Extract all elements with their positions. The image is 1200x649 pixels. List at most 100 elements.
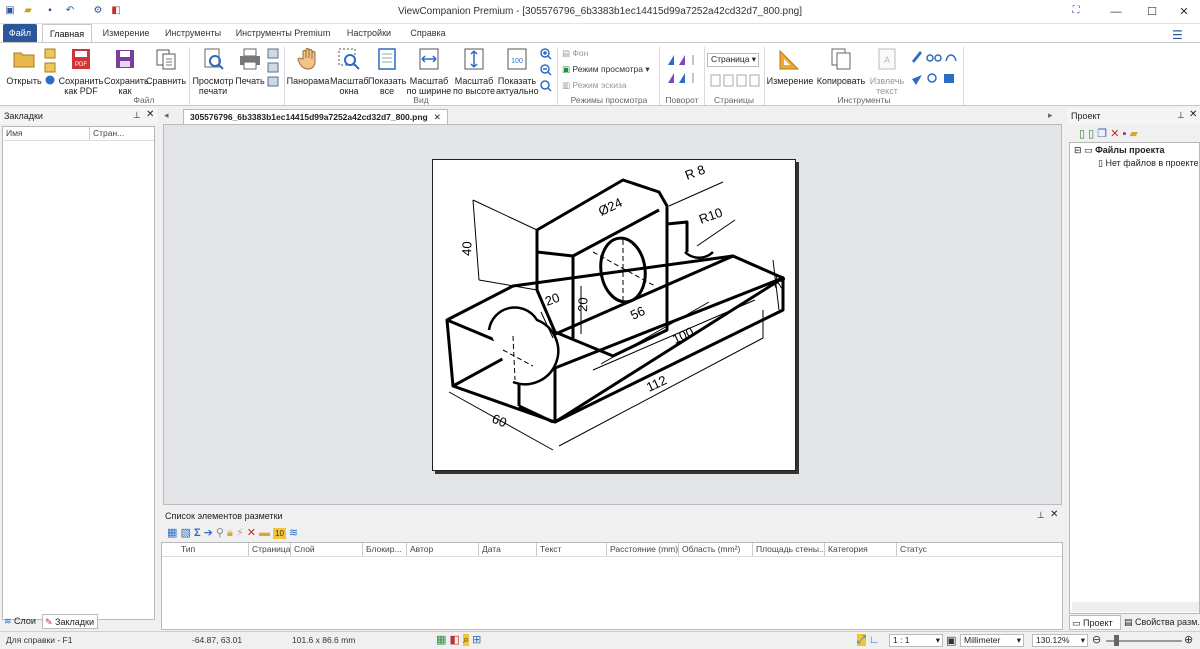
- canvas[interactable]: R 8 Ø24 R10 40 20 20 56 20 100 112 60: [163, 124, 1062, 505]
- copy-icon[interactable]: ❐: [1097, 128, 1107, 140]
- layers-icon[interactable]: ≋: [289, 527, 298, 539]
- view-mode-dropdown[interactable]: ▣ Режим просмотра ▾: [562, 64, 650, 75]
- save-as-button[interactable]: Сохранить как: [104, 47, 149, 96]
- markup-column-header[interactable]: Площадь стены...: [752, 543, 826, 556]
- tab-tools[interactable]: Инструменты: [160, 24, 226, 43]
- markup-column-header[interactable]: Тип: [178, 543, 195, 556]
- fit-height-button[interactable]: Масштаб по высоте: [452, 47, 496, 96]
- filter-icon[interactable]: ⚲: [216, 527, 224, 539]
- grid-icon[interactable]: ▦: [436, 634, 446, 646]
- markup-column-header[interactable]: Расстояние (mm): [606, 543, 678, 556]
- delete-icon[interactable]: ✕: [1110, 128, 1119, 140]
- close-icon[interactable]: ✕: [1050, 509, 1058, 520]
- markup-column-header[interactable]: Дата: [478, 543, 501, 556]
- measure-button[interactable]: Измерение: [766, 47, 814, 86]
- markup-column-header[interactable]: Страница: [248, 543, 291, 556]
- close-icon[interactable]: ✕: [1189, 109, 1197, 120]
- tab-settings[interactable]: Настройки: [340, 24, 398, 43]
- markup-column-header[interactable]: Область (mm²): [678, 543, 740, 556]
- open-button[interactable]: Открыть: [4, 47, 44, 86]
- markup-column-header[interactable]: Текст: [536, 543, 561, 556]
- tab-scroll-right-icon[interactable]: ▸: [1048, 110, 1053, 121]
- tab-file[interactable]: Файл: [3, 24, 37, 43]
- extract-text-button[interactable]: A Извлечь текст: [868, 47, 906, 96]
- tab-help[interactable]: Справка: [402, 24, 454, 43]
- close-button[interactable]: ✕: [1162, 0, 1200, 24]
- comment-icon[interactable]: ▬: [259, 527, 270, 539]
- actual-size-button[interactable]: 100 Показать актуально: [496, 47, 539, 96]
- tab-layers[interactable]: ≋ Слои: [2, 614, 40, 629]
- horizontal-scrollbar[interactable]: [1072, 602, 1199, 612]
- recent-icons[interactable]: [44, 47, 58, 87]
- tab-project[interactable]: ▭ Проект: [1069, 615, 1121, 630]
- zoom-tool-icon[interactable]: ⌕: [462, 634, 470, 646]
- folder-icon[interactable]: ▰: [1129, 128, 1137, 140]
- tab-home[interactable]: Главная: [42, 24, 92, 43]
- scale-select[interactable]: 1 : 1 ▾: [889, 634, 943, 647]
- tab-bookmarks[interactable]: ✎ Закладки: [42, 614, 98, 629]
- zoom-in-icon[interactable]: ⊕: [1184, 633, 1193, 646]
- pin-icon[interactable]: ⊥: [1037, 510, 1045, 521]
- zoom-out-icon[interactable]: ⊖: [1092, 633, 1101, 646]
- zoom-window-button[interactable]: Масштаб окна: [330, 47, 369, 96]
- close-icon[interactable]: ✕: [434, 112, 441, 122]
- markup-add-icon[interactable]: ▦: [167, 527, 177, 539]
- bookmarks-list[interactable]: Имя Стран...: [2, 126, 155, 620]
- copy-button[interactable]: Копировать: [814, 47, 868, 86]
- page-nav-buttons[interactable]: [710, 73, 760, 89]
- close-icon[interactable]: ✕: [146, 109, 154, 120]
- column-page[interactable]: Стран...: [89, 127, 124, 140]
- project-tree[interactable]: ⊟ ▭ Файлы проекта ▯ Нет файлов в проекте: [1069, 142, 1200, 614]
- unit-select[interactable]: Millimeter ▾: [960, 634, 1024, 647]
- zoom-slider-thumb[interactable]: [1114, 635, 1119, 646]
- tab-measure[interactable]: Измерение: [96, 24, 156, 43]
- tab-tools-premium[interactable]: Инструменты Premium: [232, 24, 334, 43]
- tools-small-buttons[interactable]: [910, 49, 960, 89]
- save-icon[interactable]: ▪: [1122, 128, 1126, 140]
- markup-column-header[interactable]: Слой: [290, 543, 315, 556]
- pdf-icon[interactable]: ◧: [449, 634, 459, 646]
- markup-column-header[interactable]: Категория: [824, 543, 868, 556]
- print-button[interactable]: Печать: [234, 47, 266, 86]
- collapse-icon[interactable]: ⊟: [1074, 145, 1084, 155]
- sum-icon[interactable]: Σ: [194, 527, 201, 539]
- add-file-icon[interactable]: ▯: [1088, 128, 1094, 140]
- save-pdf-button[interactable]: PDF Сохранить как PDF: [58, 47, 104, 96]
- arrow-right-icon[interactable]: ➔: [204, 527, 213, 539]
- ribbon-collapse-icon[interactable]: ☰: [1172, 28, 1183, 42]
- print-extra-icons[interactable]: [267, 47, 281, 91]
- fullscreen-icon[interactable]: ⛶: [1070, 5, 1082, 17]
- snap-icon[interactable]: ⤢: [857, 634, 866, 646]
- sketch-mode-toggle[interactable]: ▥ Режим эскиза: [562, 80, 627, 91]
- rotate-buttons[interactable]: [665, 51, 701, 87]
- lock-icon[interactable]: 🔒︎: [227, 527, 233, 539]
- tab-scroll-left-icon[interactable]: ◂: [164, 110, 169, 121]
- markup-column-header[interactable]: Автор: [406, 543, 433, 556]
- document-tab[interactable]: 305576796_6b3383b1ec14415d99a7252a42cd32…: [183, 109, 448, 124]
- tree-root[interactable]: ⊟ ▭ Файлы проекта: [1074, 145, 1165, 156]
- new-project-icon[interactable]: ▯: [1079, 128, 1085, 140]
- delete-icon[interactable]: ✕: [247, 527, 256, 539]
- zoom-small-icons[interactable]: [539, 47, 553, 93]
- background-toggle[interactable]: ▤ Фон: [562, 48, 588, 59]
- markup-column-header[interactable]: Блокир...: [362, 543, 402, 556]
- page-select[interactable]: Страница ▾: [707, 53, 759, 67]
- markup-count-badge[interactable]: 10: [273, 528, 286, 539]
- pin-icon[interactable]: ⊥: [1177, 110, 1185, 121]
- print-preview-button[interactable]: Просмотр печати: [190, 47, 236, 96]
- compare-button[interactable]: Сравнить: [146, 47, 186, 86]
- markup-table-icon[interactable]: ▧: [180, 527, 190, 539]
- drawing-page[interactable]: R 8 Ø24 R10 40 20 20 56 20 100 112 60: [432, 159, 796, 471]
- zoom-select[interactable]: 130.12% ▾: [1032, 634, 1088, 647]
- pin-icon[interactable]: ⊥: [133, 110, 141, 121]
- tab-markup-properties[interactable]: ▤ Свойства разм...: [1122, 615, 1200, 630]
- markup-column-header[interactable]: Статус: [896, 543, 927, 556]
- ortho-icon[interactable]: ∟: [869, 634, 880, 646]
- unlink-icon[interactable]: ⚡︎: [236, 527, 244, 539]
- fit-icon[interactable]: ⊞: [472, 634, 481, 646]
- markup-table[interactable]: Тип Страница Слой Блокир... Автор Дата Текст Ра…: [161, 542, 1063, 630]
- fit-width-button[interactable]: Масштаб по ширине: [406, 47, 452, 96]
- pan-button[interactable]: Панорама: [286, 47, 330, 86]
- show-all-button[interactable]: Показать все: [368, 47, 406, 96]
- column-name[interactable]: Имя: [6, 127, 23, 140]
